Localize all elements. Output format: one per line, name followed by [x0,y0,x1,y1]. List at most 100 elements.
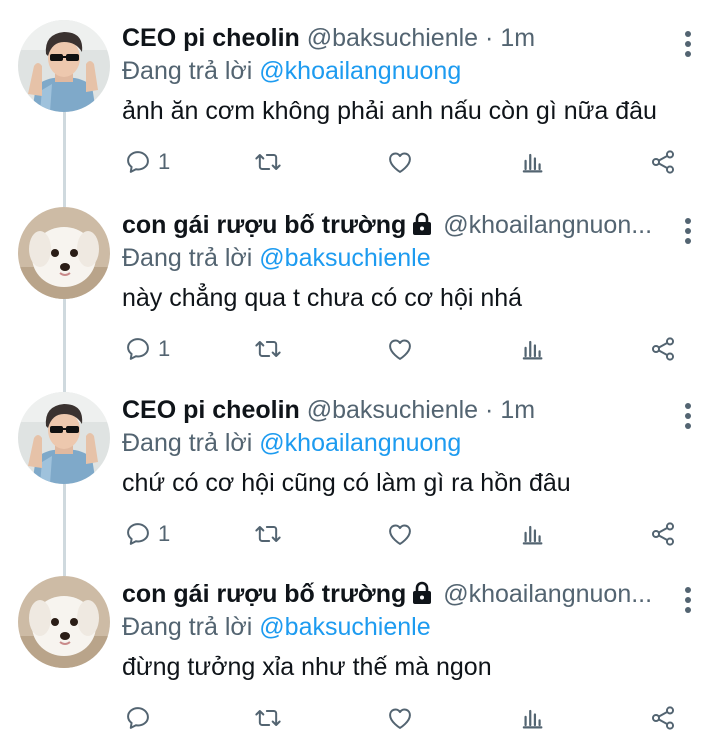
tweet-header: CEO pi cheolin @baksuchienle · 1m [122,22,670,54]
share-button[interactable] [649,333,677,365]
bar-chart-icon [522,153,543,173]
timestamp[interactable]: 1m [500,24,535,52]
share-icon [651,706,675,730]
share-icon [651,337,675,361]
retweet-button[interactable] [254,702,282,734]
tweet-text: này chẳng qua t chưa có cơ hội nhá [122,284,523,312]
display-name[interactable]: con gái rượu bố trường [122,580,406,608]
views-button[interactable] [518,146,546,178]
conversation-thread: CEO pi cheolin @baksuchienle · 1m Đang t… [0,0,720,740]
heart-icon [389,152,411,173]
replying-to-label: Đang trả lời [122,244,253,272]
retweet-button[interactable] [254,146,282,178]
heart-icon [389,339,411,360]
speech-bubble-icon [127,151,149,173]
speech-bubble-icon [127,523,149,545]
tweet[interactable]: con gái rượu bố trường @khoailangnuon...… [0,556,720,741]
retweet-button[interactable] [254,333,282,365]
avatar[interactable] [18,207,110,299]
separator-dot: · [485,396,494,424]
like-button[interactable] [386,146,414,178]
reply-count: 1 [158,336,171,361]
replying-to: Đang trả lời @baksuchienle [122,612,431,642]
tweet-actions: 1 [0,333,720,365]
replying-to-user-link[interactable]: @khoailangnuong [259,57,461,85]
replying-to: Đang trả lời @baksuchienle [122,243,431,273]
replying-to-user-link[interactable]: @khoailangnuong [259,429,461,457]
tweet-header: con gái rượu bố trường @khoailangnuon... [122,209,670,241]
tweet-header: con gái rượu bố trường @khoailangnuon... [122,578,670,610]
tweet[interactable]: CEO pi cheolin @baksuchienle · 1m Đang t… [0,0,720,187]
like-button[interactable] [386,702,414,734]
heart-icon [389,524,411,545]
reply-button[interactable] [124,702,158,734]
speech-bubble-icon [127,338,149,360]
reply-button[interactable]: 1 [124,333,170,365]
vertical-dots-icon[interactable] [684,402,692,430]
lock-icon [413,212,432,235]
user-handle[interactable]: @baksuchienle [307,396,478,424]
tweet-text: ảnh ăn cơm không phải anh nấu còn gì nữa… [122,97,657,125]
display-name[interactable]: con gái rượu bố trường [122,211,406,239]
avatar[interactable] [18,20,110,112]
tweet-text: đừng tưởng xỉa như thế mà ngon [122,653,492,681]
like-button[interactable] [386,333,414,365]
replying-to: Đang trả lời @khoailangnuong [122,428,461,458]
retweet-arrows-icon [255,341,281,357]
share-button[interactable] [649,146,677,178]
display-name[interactable]: CEO pi cheolin [122,396,300,424]
share-icon [651,522,675,546]
retweet-arrows-icon [255,526,281,542]
separator-dot: · [485,24,494,52]
thread-connector-line [63,372,66,392]
vertical-dots-icon[interactable] [684,586,692,614]
heart-icon [389,708,411,729]
replying-to: Đang trả lời @khoailangnuong [122,56,461,86]
user-handle[interactable]: @khoailangnuon... [443,580,652,608]
replying-to-user-link[interactable]: @baksuchienle [259,613,430,641]
tweet[interactable]: con gái rượu bố trường @khoailangnuon...… [0,185,720,372]
timestamp[interactable]: 1m [500,396,535,424]
vertical-dots-icon[interactable] [684,30,692,58]
retweet-button[interactable] [254,518,282,550]
man-sunglasses-avatar-icon [18,392,110,484]
share-button[interactable] [649,702,677,734]
avatar[interactable] [18,392,110,484]
reply-count: 1 [158,521,171,546]
tweet-actions [0,702,720,734]
replying-to-user-link[interactable]: @baksuchienle [259,244,430,272]
vertical-dots-icon[interactable] [684,217,692,245]
views-button[interactable] [518,333,546,365]
user-handle[interactable]: @baksuchienle [307,24,478,52]
tweet[interactable]: CEO pi cheolin @baksuchienle · 1m Đang t… [0,372,720,558]
replying-to-label: Đang trả lời [122,613,253,641]
bar-chart-icon [522,709,543,729]
display-name[interactable]: CEO pi cheolin [122,24,300,52]
like-button[interactable] [386,518,414,550]
thread-connector-line [63,556,66,576]
share-icon [651,150,675,174]
white-dog-avatar-icon [18,576,110,668]
thread-connector-line [63,185,66,207]
reply-count: 1 [158,149,171,174]
bar-chart-icon [522,340,543,360]
reply-button[interactable]: 1 [124,518,170,550]
man-sunglasses-avatar-icon [18,20,110,112]
reply-button[interactable]: 1 [124,146,170,178]
white-dog-avatar-icon [18,207,110,299]
lock-icon [413,581,432,604]
avatar[interactable] [18,576,110,668]
share-button[interactable] [649,518,677,550]
replying-to-label: Đang trả lời [122,429,253,457]
retweet-arrows-icon [255,710,281,726]
retweet-arrows-icon [255,154,281,170]
tweet-actions: 1 [0,518,720,550]
tweet-text: chứ có cơ hội cũng có làm gì ra hồn đâu [122,469,571,497]
tweet-header: CEO pi cheolin @baksuchienle · 1m [122,394,670,426]
views-button[interactable] [518,518,546,550]
speech-bubble-icon [127,707,149,729]
user-handle[interactable]: @khoailangnuon... [443,211,652,239]
bar-chart-icon [522,525,543,545]
views-button[interactable] [518,702,546,734]
tweet-actions: 1 [0,146,720,178]
